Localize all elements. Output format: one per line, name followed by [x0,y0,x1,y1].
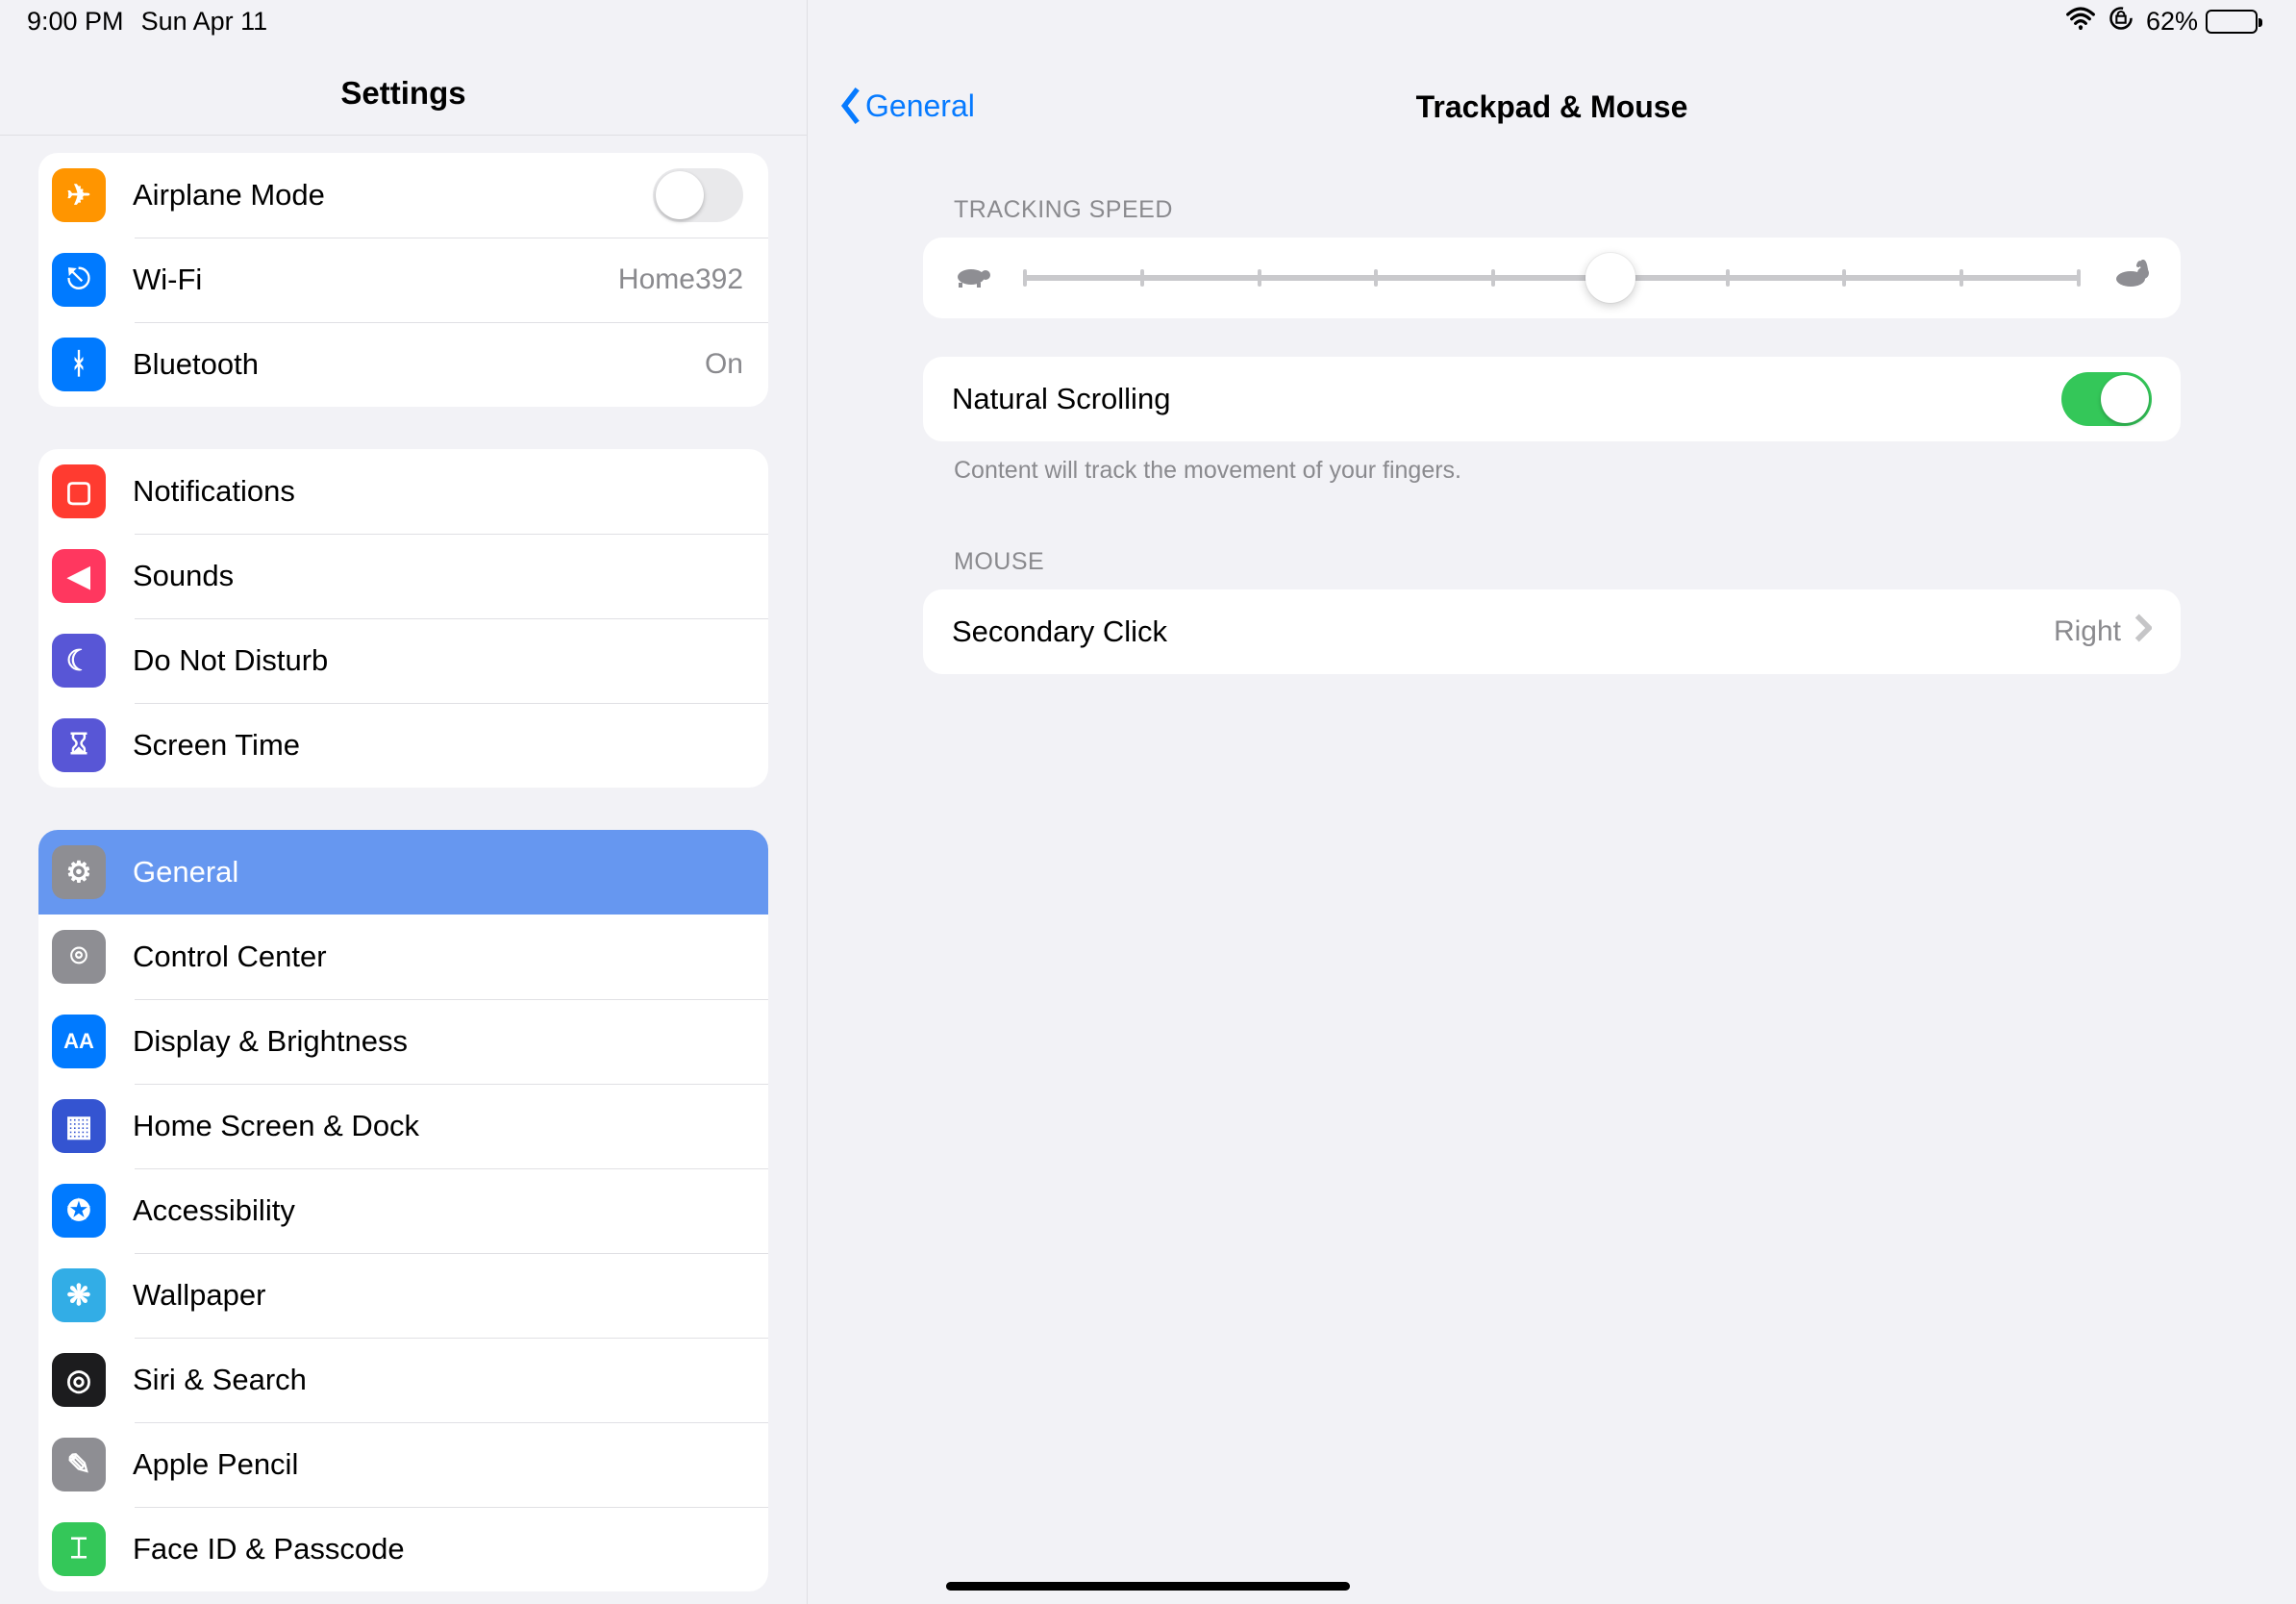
notif-icon: ▢ [52,464,106,518]
rabbit-icon [2109,260,2150,297]
secondary-click-label: Secondary Click [952,614,1167,649]
battery-pct: 62% [2146,7,2198,37]
wifi-icon [2065,7,2096,37]
detail-pane: General Trackpad & Mouse TRACKING SPEED [808,0,2296,1604]
sidebar-item-label: Bluetooth [133,347,259,382]
turtle-icon [954,260,994,297]
sidebar-item-label: Face ID & Passcode [133,1532,405,1566]
sidebar-item-control-center[interactable]: ⌾ Control Center [38,915,768,999]
sidebar-item-screen-time[interactable]: ⌛︎ Screen Time [38,703,768,788]
status-time: 9:00 PM [27,7,124,37]
airplane-icon: ✈ [52,168,106,222]
status-date: Sun Apr 11 [141,7,268,37]
sidebar-item-airplane-mode[interactable]: ✈ Airplane Mode [38,153,768,238]
sidebar-item-label: Display & Brightness [133,1024,408,1059]
face-icon: ⌶ [52,1522,106,1576]
sounds-icon: ◀︎ [52,549,106,603]
control-icon: ⌾ [52,930,106,984]
settings-sidebar: Settings ✈Airplane Mode⎋Wi-FiHome392ᚼBlu… [0,0,808,1604]
sidebar-item-label: Wi-Fi [133,263,202,297]
home-icon: ▦ [52,1099,106,1153]
sidebar-item-value: On [705,348,743,381]
sidebar-item-label: Sounds [133,559,234,593]
sidebar-item-label: Do Not Disturb [133,643,328,678]
wall-icon: ❋ [52,1268,106,1322]
sidebar-item-accessibility[interactable]: ✪ Accessibility [38,1168,768,1253]
sidebar-item-general[interactable]: ⚙ General [38,830,768,915]
detail-title: Trackpad & Mouse [808,89,2296,125]
sidebar-item-label: Screen Time [133,728,300,763]
detail-navbar: General Trackpad & Mouse [808,29,2296,133]
general-icon: ⚙ [52,845,106,899]
sidebar-item-bluetooth[interactable]: ᚼ Bluetooth On [38,322,768,407]
natural-scrolling-footer: Content will track the movement of your … [923,441,2181,485]
sidebar-item-wallpaper[interactable]: ❋ Wallpaper [38,1253,768,1338]
sidebar-item-label: Accessibility [133,1193,295,1228]
sidebar-item-sounds[interactable]: ◀︎ Sounds [38,534,768,618]
sidebar-item-label: Control Center [133,940,327,974]
sidebar-item-apple-pencil[interactable]: ✎ Apple Pencil [38,1422,768,1507]
home-indicator [946,1582,1350,1591]
secondary-click-value: Right [2054,615,2121,648]
natural-scrolling-label: Natural Scrolling [952,382,1170,416]
siri-icon: ◎ [52,1353,106,1407]
sidebar-item-notifications[interactable]: ▢ Notifications [38,449,768,534]
status-bar: 9:00 PM Sun Apr 11 62% [0,0,2296,42]
pencil-icon: ✎ [52,1438,106,1491]
sidebar-item-label: Home Screen & Dock [133,1109,419,1143]
mouse-card: Secondary Click Right [923,589,2181,674]
chevron-right-icon [2134,614,2152,650]
battery-icon [2206,10,2258,34]
mouse-header: MOUSE [923,485,2181,589]
sidebar-scroll[interactable]: ✈ Airplane Mode ⎋ Wi-Fi Home392 ᚼ Bluetooth On ▢… [0,136,807,1604]
sidebar-item-display-brightness[interactable]: AA Display & Brightness [38,999,768,1084]
sidebar-item-label: Siri & Search [133,1363,307,1397]
wifi-icon: ⎋ [52,253,106,307]
sidebar-item-home-screen-dock[interactable]: ▦ Home Screen & Dock [38,1084,768,1168]
display-icon: AA [52,1015,106,1068]
sidebar-item-siri-search[interactable]: ◎ Siri & Search [38,1338,768,1422]
tracking-card [923,238,2181,318]
tracking-header: TRACKING SPEED [923,133,2181,238]
dnd-icon: ☾ [52,634,106,688]
natural-scrolling-row[interactable]: Natural Scrolling [923,357,2181,441]
sidebar-item-wi-fi[interactable]: ⎋ Wi-Fi Home392 [38,238,768,322]
sidebar-item-label: Apple Pencil [133,1447,298,1482]
natural-scrolling-toggle[interactable] [2061,372,2152,426]
sidebar-item-label: Wallpaper [133,1278,265,1313]
screen-icon: ⌛︎ [52,718,106,772]
access-icon: ✪ [52,1184,106,1238]
sidebar-item-value: Home392 [618,263,743,296]
sidebar-item-toggle[interactable] [653,168,743,222]
sidebar-item-face-id-passcode[interactable]: ⌶ Face ID & Passcode [38,1507,768,1591]
bt-icon: ᚼ [52,338,106,391]
sidebar-item-label: General [133,855,238,890]
sidebar-item-do-not-disturb[interactable]: ☾ Do Not Disturb [38,618,768,703]
sidebar-item-label: Notifications [133,474,295,509]
secondary-click-row[interactable]: Secondary Click Right [923,589,2181,674]
tracking-slider[interactable] [1023,259,2081,297]
orientation-lock-icon [2108,5,2134,38]
sidebar-item-label: Airplane Mode [133,178,325,213]
natural-scrolling-card: Natural Scrolling [923,357,2181,441]
